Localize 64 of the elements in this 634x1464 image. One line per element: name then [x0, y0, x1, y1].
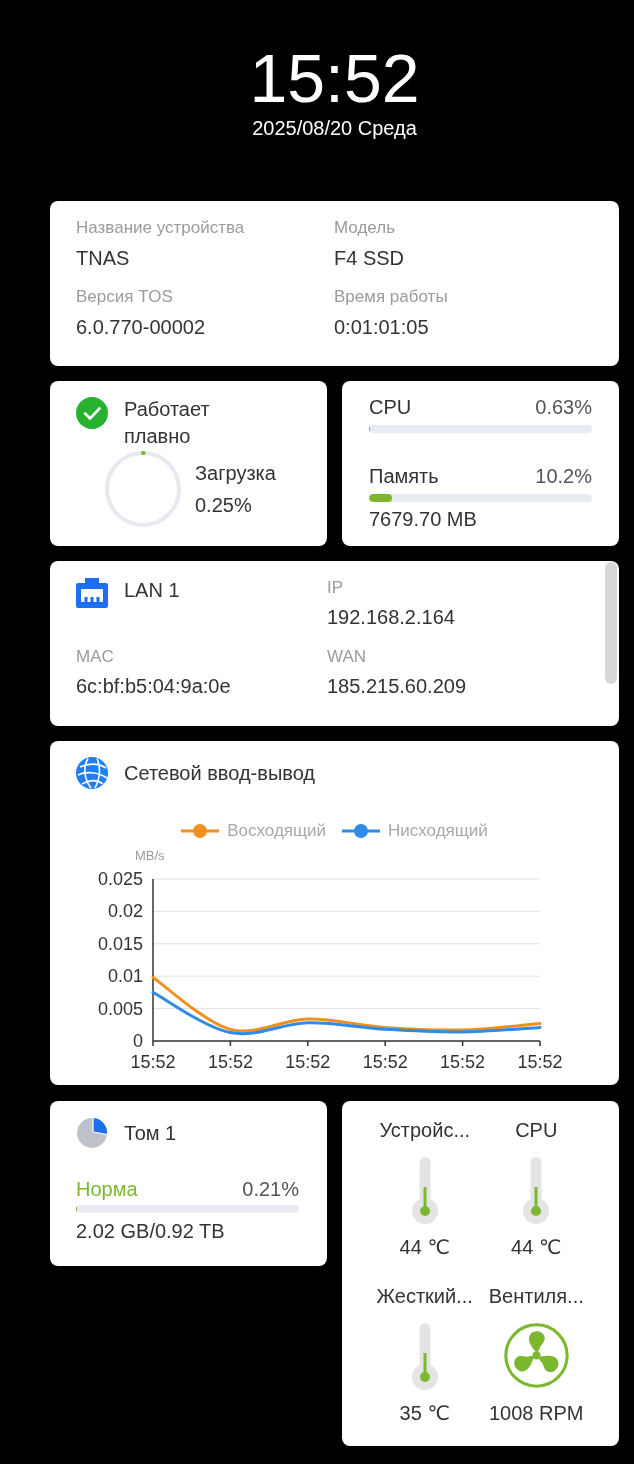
info-value: F4 SSD	[334, 246, 405, 271]
y-tick-label: 0	[133, 1031, 143, 1051]
interface-name: LAN 1	[124, 578, 180, 602]
pie-chart-icon	[76, 1117, 108, 1149]
clock-date: 2025/08/20 Среда	[251, 116, 418, 140]
volume-status: Норма	[76, 1177, 138, 1201]
x-tick-label: 15:52	[207, 1052, 253, 1072]
scrollbar-thumb[interactable]	[605, 562, 617, 684]
info-value: 6.0.770-00002	[76, 315, 205, 340]
y-tick-label: 0.01	[107, 966, 143, 987]
info-value: 0:01:01:05	[334, 315, 429, 340]
legend-marker-icon	[181, 823, 220, 839]
check-circle-icon	[76, 397, 108, 429]
info-value: 192.168.2.164	[327, 605, 455, 630]
resource-percent: 10.2%	[535, 464, 592, 488]
sensor-reading: 35 ℃	[399, 1401, 450, 1425]
y-tick-label: 0.015	[97, 933, 143, 954]
thermometer-icon	[410, 1157, 439, 1225]
load-label: Загрузка	[195, 460, 276, 486]
clock-time: 15:52	[248, 44, 421, 112]
load-value: 0.25%	[195, 492, 252, 518]
resource-percent: 0.63%	[535, 395, 592, 419]
info-label: WAN	[327, 646, 367, 668]
thermometer-icon	[522, 1157, 551, 1225]
resource-name: CPU	[369, 395, 412, 419]
volume-usage-percent: 0.21%	[242, 1177, 299, 1201]
globe-icon	[76, 757, 108, 789]
sensor-reading: 1008 RPM	[489, 1401, 584, 1425]
sensor-name: Вентиля...	[488, 1284, 584, 1308]
x-tick-label: 15:52	[362, 1052, 408, 1072]
x-tick-label: 15:52	[517, 1052, 563, 1072]
sensor-name: CPU	[515, 1118, 558, 1142]
info-value: TNAS	[76, 246, 130, 271]
x-tick-label: 15:52	[285, 1052, 331, 1072]
ethernet-port-icon	[76, 578, 108, 608]
x-tick-label: 15:52	[130, 1052, 176, 1072]
y-tick-label: 0.02	[107, 901, 143, 922]
y-tick-label: 0.005	[97, 998, 143, 1019]
volume-capacity: 2.02 GB/0.92 TB	[76, 1219, 226, 1243]
info-label: Версия TOS	[76, 286, 173, 308]
sensor-reading: 44 ℃	[399, 1235, 450, 1259]
sensor-name: Жесткий...	[376, 1284, 473, 1308]
info-label: Время работы	[334, 286, 448, 308]
legend-marker-icon	[342, 823, 380, 839]
fan-icon	[503, 1323, 569, 1388]
sensor-reading: 44 ℃	[511, 1235, 562, 1259]
volume-name: Том 1	[124, 1121, 177, 1146]
y-tick-label: 0.025	[97, 869, 143, 889]
info-value: 185.215.60.209	[327, 674, 467, 699]
card-title: Сетевой ввод-вывод	[124, 761, 315, 786]
resource-name: Память	[369, 464, 439, 488]
usage-detail: 7679.70 MB	[369, 507, 478, 531]
legend-label: Восходящий	[227, 820, 326, 842]
axis-unit-label: MB/s	[135, 848, 165, 863]
x-tick-label: 15:52	[440, 1052, 486, 1072]
info-label: MAC	[76, 646, 114, 668]
info-label: Название устройства	[76, 217, 245, 239]
info-label: Модель	[334, 217, 396, 239]
sensor-name: Устройс...	[379, 1118, 471, 1142]
info-value: 6c:bf:b5:04:9a:0e	[76, 674, 231, 699]
status-text: Работает плавно	[124, 396, 211, 449]
info-label: IP	[327, 577, 344, 599]
legend-label: Нисходящий	[388, 820, 488, 842]
thermometer-icon	[410, 1323, 439, 1391]
